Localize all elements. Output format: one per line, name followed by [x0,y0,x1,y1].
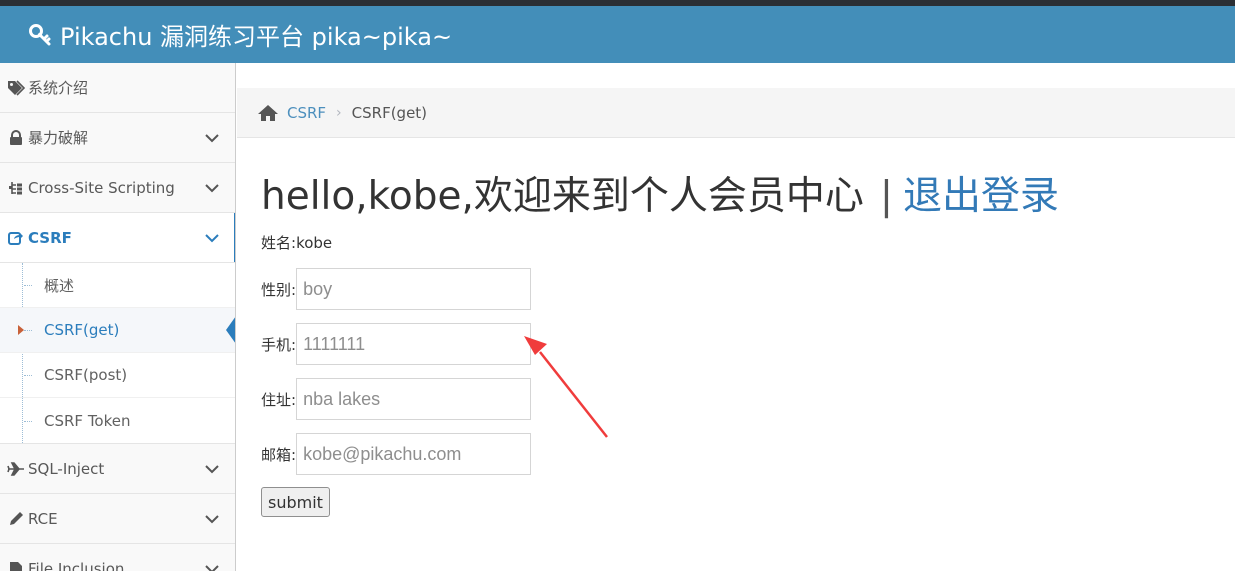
email-input[interactable] [296,433,532,475]
breadcrumb-current: CSRF(get) [351,103,428,122]
sidebar-item-label: SQL-Inject [28,459,105,478]
name-label: 姓名: [261,234,297,252]
sidebar-item-label: RCE [28,509,58,528]
submenu-item-csrf-get[interactable]: CSRF(get) [0,308,235,353]
chevron-down-icon [205,179,219,197]
chevron-down-icon [205,229,219,247]
chevron-down-icon [205,460,219,478]
sex-label: 性别: [261,280,297,299]
form-row-sex: 性别: [261,268,1211,310]
chevron-down-icon [205,560,219,571]
member-center: hello,kobe,欢迎来到个人会员中心 |退出登录 姓名:kobe 性别: 手… [261,170,1211,517]
submenu-item-label: CSRF(get) [44,321,120,339]
submenu-item-label: CSRF(post) [44,366,128,384]
sidebar-item-label: 系统介绍 [28,79,89,97]
brand-link[interactable]: Pikachu 漏洞练习平台 pika~pika~ [28,17,452,52]
phone-input[interactable] [296,323,532,365]
sitemap-icon [6,180,26,196]
breadcrumb-separator-icon: › [336,104,342,121]
sidebar-item-file-inclusion[interactable]: File Inclusion [0,544,235,571]
sidebar: 系统介绍 暴力破解 Cross-Site Scripting CSRF 概述 C… [0,63,236,571]
submit-button[interactable]: submit [261,487,330,517]
sidebar-item-label: File Inclusion [28,559,125,571]
share-icon [6,230,26,246]
submenu-item-csrf-token[interactable]: CSRF Token [0,398,235,443]
logout-link[interactable]: 退出登录 [903,174,1059,219]
sidebar-item-label: CSRF [28,228,72,247]
address-input[interactable] [296,378,532,420]
active-indicator-icon [226,316,235,344]
name-value: kobe [296,234,333,252]
breadcrumb: CSRF › CSRF(get) [237,88,1235,138]
pencil-icon [6,511,26,527]
address-label: 住址: [261,390,297,409]
caret-right-icon [18,325,24,335]
form-row-phone: 手机: [261,323,1211,365]
page-title: hello,kobe,欢迎来到个人会员中心 | 退出登录 [261,170,1211,224]
chevron-down-icon [205,129,219,147]
home-icon[interactable] [257,104,279,122]
submenu-item-overview[interactable]: 概述 [0,263,235,308]
email-label: 邮箱: [261,445,297,464]
csrf-submenu: 概述 CSRF(get) CSRF(post) CSRF Token [0,263,235,444]
submenu-item-label: 概述 [44,276,75,295]
app-title: Pikachu 漏洞练习平台 pika~pika~ [60,23,453,51]
key-icon [28,23,52,47]
sex-input[interactable] [296,268,532,310]
sidebar-item-label: Cross-Site Scripting [28,178,175,197]
tags-icon [6,79,26,96]
name-row: 姓名:kobe [261,232,1211,253]
top-navbar: Pikachu 漏洞练习平台 pika~pika~ [0,6,1235,63]
plane-icon [6,461,26,476]
form-row-email: 邮箱: [261,433,1211,475]
submenu-item-csrf-post[interactable]: CSRF(post) [0,353,235,398]
sidebar-item-csrf[interactable]: CSRF [0,213,235,263]
file-icon [6,561,26,571]
greeting-text: hello,kobe,欢迎来到个人会员中心 [261,174,864,219]
submenu-item-label: CSRF Token [44,411,131,430]
sidebar-item-label: 暴力破解 [28,129,89,147]
form-row-address: 住址: [261,378,1211,420]
sidebar-item-sql-inject[interactable]: SQL-Inject [0,444,235,494]
breadcrumb-link-csrf[interactable]: CSRF [287,104,326,122]
lock-icon [6,129,26,146]
sidebar-item-bruteforce[interactable]: 暴力破解 [0,113,235,163]
sidebar-item-xss[interactable]: Cross-Site Scripting [0,163,235,213]
sidebar-item-intro[interactable]: 系统介绍 [0,63,235,113]
sidebar-item-rce[interactable]: RCE [0,494,235,544]
profile-form: 性别: 手机: 住址: 邮箱: submit [261,268,1211,517]
phone-label: 手机: [261,335,297,354]
title-separator: | [879,174,893,219]
chevron-down-icon [205,510,219,528]
